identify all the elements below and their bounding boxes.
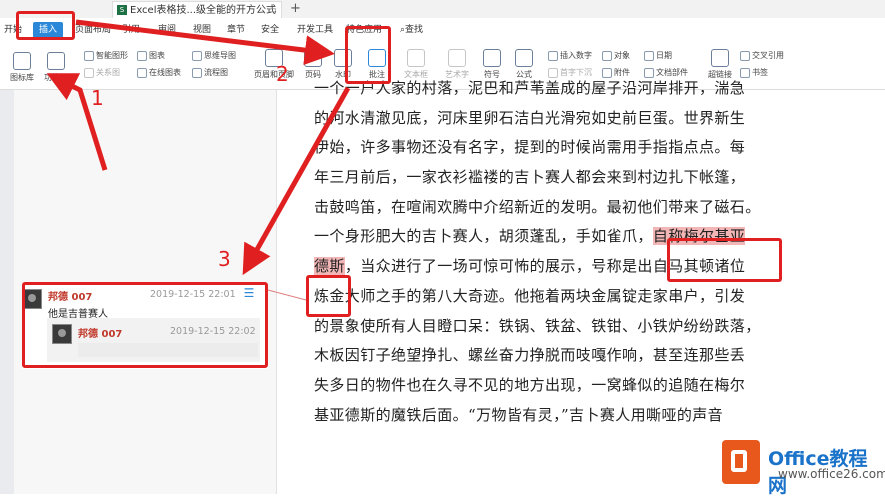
- arrow-1: [46, 73, 108, 171]
- arrow-2: [75, 19, 335, 66]
- watermark-url: www.office26.com: [778, 467, 885, 481]
- connector-line: [267, 289, 307, 301]
- annotation-arrows: [46, 19, 351, 301]
- office-logo-icon: [722, 440, 760, 484]
- arrow-3: [242, 86, 351, 276]
